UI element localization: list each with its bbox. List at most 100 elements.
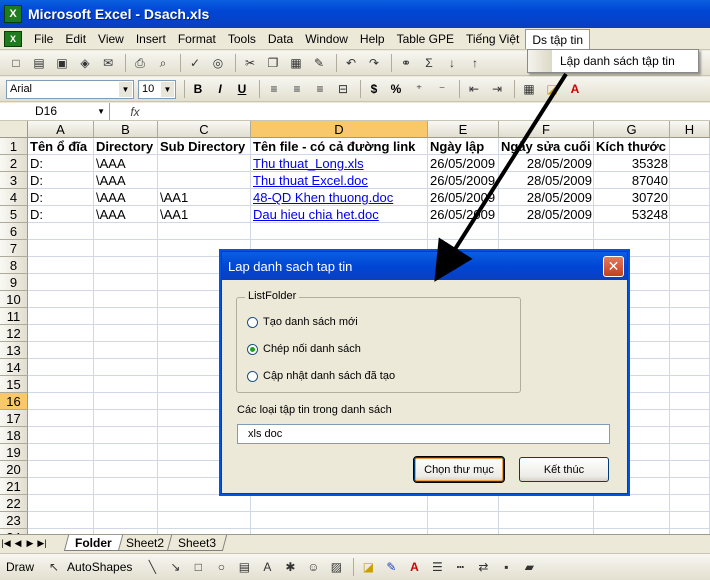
font-color-icon[interactable]: A: [404, 558, 424, 576]
line-icon[interactable]: ╲: [142, 558, 162, 576]
option-append-list[interactable]: Chép nối danh sách: [247, 343, 361, 355]
column-header-d[interactable]: D: [251, 121, 428, 138]
file-types-input[interactable]: xls doc: [237, 424, 610, 444]
chevron-down-icon[interactable]: ▼: [161, 81, 174, 97]
next-sheet-icon[interactable]: ▶: [24, 538, 36, 549]
font-size-select[interactable]: 10 ▼: [138, 79, 176, 99]
format-painter-icon[interactable]: ✎: [309, 54, 329, 72]
open-icon[interactable]: ▤: [29, 54, 49, 72]
file-link-cell[interactable]: 48-QD Khen thuong.doc: [251, 189, 428, 206]
font-color-icon[interactable]: A: [565, 80, 585, 98]
end-button[interactable]: Kết thúc: [519, 457, 609, 482]
shadow-icon[interactable]: ▪: [496, 558, 516, 576]
row-header-5[interactable]: 5: [0, 206, 28, 223]
row-header-16[interactable]: 16: [0, 393, 28, 410]
decrease-decimal-icon[interactable]: ⁻: [432, 80, 452, 98]
copy-icon[interactable]: ❐: [263, 54, 283, 72]
rectangle-icon[interactable]: □: [188, 558, 208, 576]
workbook-icon[interactable]: X: [4, 30, 22, 47]
fill-color-icon[interactable]: ◪: [542, 80, 562, 98]
hyperlink-icon[interactable]: ⚭: [396, 54, 416, 72]
line-style-icon[interactable]: ☰: [427, 558, 447, 576]
first-sheet-icon[interactable]: |◀: [0, 538, 12, 549]
sort-descending-icon[interactable]: ↑: [465, 54, 485, 72]
wordart-icon[interactable]: A: [257, 558, 277, 576]
menu-help[interactable]: Help: [354, 29, 391, 49]
chevron-down-icon[interactable]: ▼: [97, 103, 105, 120]
paste-icon[interactable]: ▦: [286, 54, 306, 72]
increase-indent-icon[interactable]: ⇥: [487, 80, 507, 98]
prev-sheet-icon[interactable]: ◀: [12, 538, 24, 549]
menu-edit[interactable]: Edit: [59, 29, 92, 49]
row-header-14[interactable]: 14: [0, 359, 28, 376]
menu-window[interactable]: Window: [299, 29, 354, 49]
radio-update-list[interactable]: [247, 370, 258, 382]
row-header-13[interactable]: 13: [0, 342, 28, 359]
row-header-4[interactable]: 4: [0, 189, 28, 206]
draw-menu[interactable]: Draw: [6, 560, 34, 574]
align-right-icon[interactable]: ≡: [310, 80, 330, 98]
autoshapes-menu[interactable]: AutoShapes: [67, 560, 132, 574]
undo-icon[interactable]: ↶: [341, 54, 361, 72]
spelling-icon[interactable]: ✓: [185, 54, 205, 72]
menu-tools[interactable]: Tools: [222, 29, 262, 49]
cut-icon[interactable]: ✂: [240, 54, 260, 72]
select-all-corner[interactable]: [0, 121, 28, 138]
picture-icon[interactable]: ▨: [326, 558, 346, 576]
row-header-2[interactable]: 2: [0, 155, 28, 172]
file-link-cell[interactable]: Dau hieu chia het.doc: [251, 206, 428, 223]
fx-icon[interactable]: fx: [110, 105, 160, 119]
radio-append-list[interactable]: [247, 343, 258, 355]
permission-icon[interactable]: ◈: [75, 54, 95, 72]
radio-new-list[interactable]: [247, 316, 258, 328]
column-header-e[interactable]: E: [428, 121, 499, 138]
percent-button[interactable]: %: [387, 82, 405, 96]
formula-input[interactable]: [160, 103, 710, 120]
row-header-17[interactable]: 17: [0, 410, 28, 427]
menu-ds-tap-tin[interactable]: Ds tập tin: [525, 28, 591, 49]
menu-view[interactable]: View: [92, 29, 130, 49]
decrease-indent-icon[interactable]: ⇤: [464, 80, 484, 98]
bold-button[interactable]: B: [189, 82, 207, 96]
column-header-f[interactable]: F: [499, 121, 594, 138]
row-header-7[interactable]: 7: [0, 240, 28, 257]
font-name-select[interactable]: Arial ▼: [6, 79, 134, 99]
row-header-20[interactable]: 20: [0, 461, 28, 478]
new-icon[interactable]: □: [6, 54, 26, 72]
research-icon[interactable]: ◎: [208, 54, 228, 72]
underline-button[interactable]: U: [233, 82, 251, 96]
column-header-a[interactable]: A: [28, 121, 94, 138]
column-header-b[interactable]: B: [94, 121, 158, 138]
increase-decimal-icon[interactable]: ⁺: [409, 80, 429, 98]
diagram-icon[interactable]: ✱: [280, 558, 300, 576]
menu-item-lap-danh-sach[interactable]: Lập danh sách tập tin: [552, 54, 675, 68]
row-header-11[interactable]: 11: [0, 308, 28, 325]
row-header-3[interactable]: 3: [0, 172, 28, 189]
menu-insert[interactable]: Insert: [130, 29, 172, 49]
row-header-6[interactable]: 6: [0, 223, 28, 240]
row-header-22[interactable]: 22: [0, 495, 28, 512]
tab-folder[interactable]: Folder: [63, 535, 123, 551]
textbox-icon[interactable]: ▤: [234, 558, 254, 576]
tab-sheet3[interactable]: Sheet3: [166, 535, 227, 551]
row-header-10[interactable]: 10: [0, 291, 28, 308]
print-preview-icon[interactable]: ⌕: [153, 54, 173, 72]
column-header-h[interactable]: H: [670, 121, 710, 138]
menu-table-gpe[interactable]: Table GPE: [391, 29, 460, 49]
arrow-icon[interactable]: ↘: [165, 558, 185, 576]
row-header-18[interactable]: 18: [0, 427, 28, 444]
row-header-15[interactable]: 15: [0, 376, 28, 393]
row-header-1[interactable]: 1: [0, 138, 28, 155]
row-header-23[interactable]: 23: [0, 512, 28, 529]
menu-tieng-viet[interactable]: Tiếng Việt: [460, 29, 525, 49]
row-header-8[interactable]: 8: [0, 257, 28, 274]
row-header-12[interactable]: 12: [0, 325, 28, 342]
close-icon[interactable]: ✕: [603, 255, 624, 277]
menu-data[interactable]: Data: [262, 29, 299, 49]
fill-color-icon[interactable]: ◪: [358, 558, 378, 576]
oval-icon[interactable]: ○: [211, 558, 231, 576]
merge-center-icon[interactable]: ⊟: [333, 80, 353, 98]
borders-icon[interactable]: ▦: [519, 80, 539, 98]
arrow-style-icon[interactable]: ⇄: [473, 558, 493, 576]
3d-icon[interactable]: ▰: [519, 558, 539, 576]
